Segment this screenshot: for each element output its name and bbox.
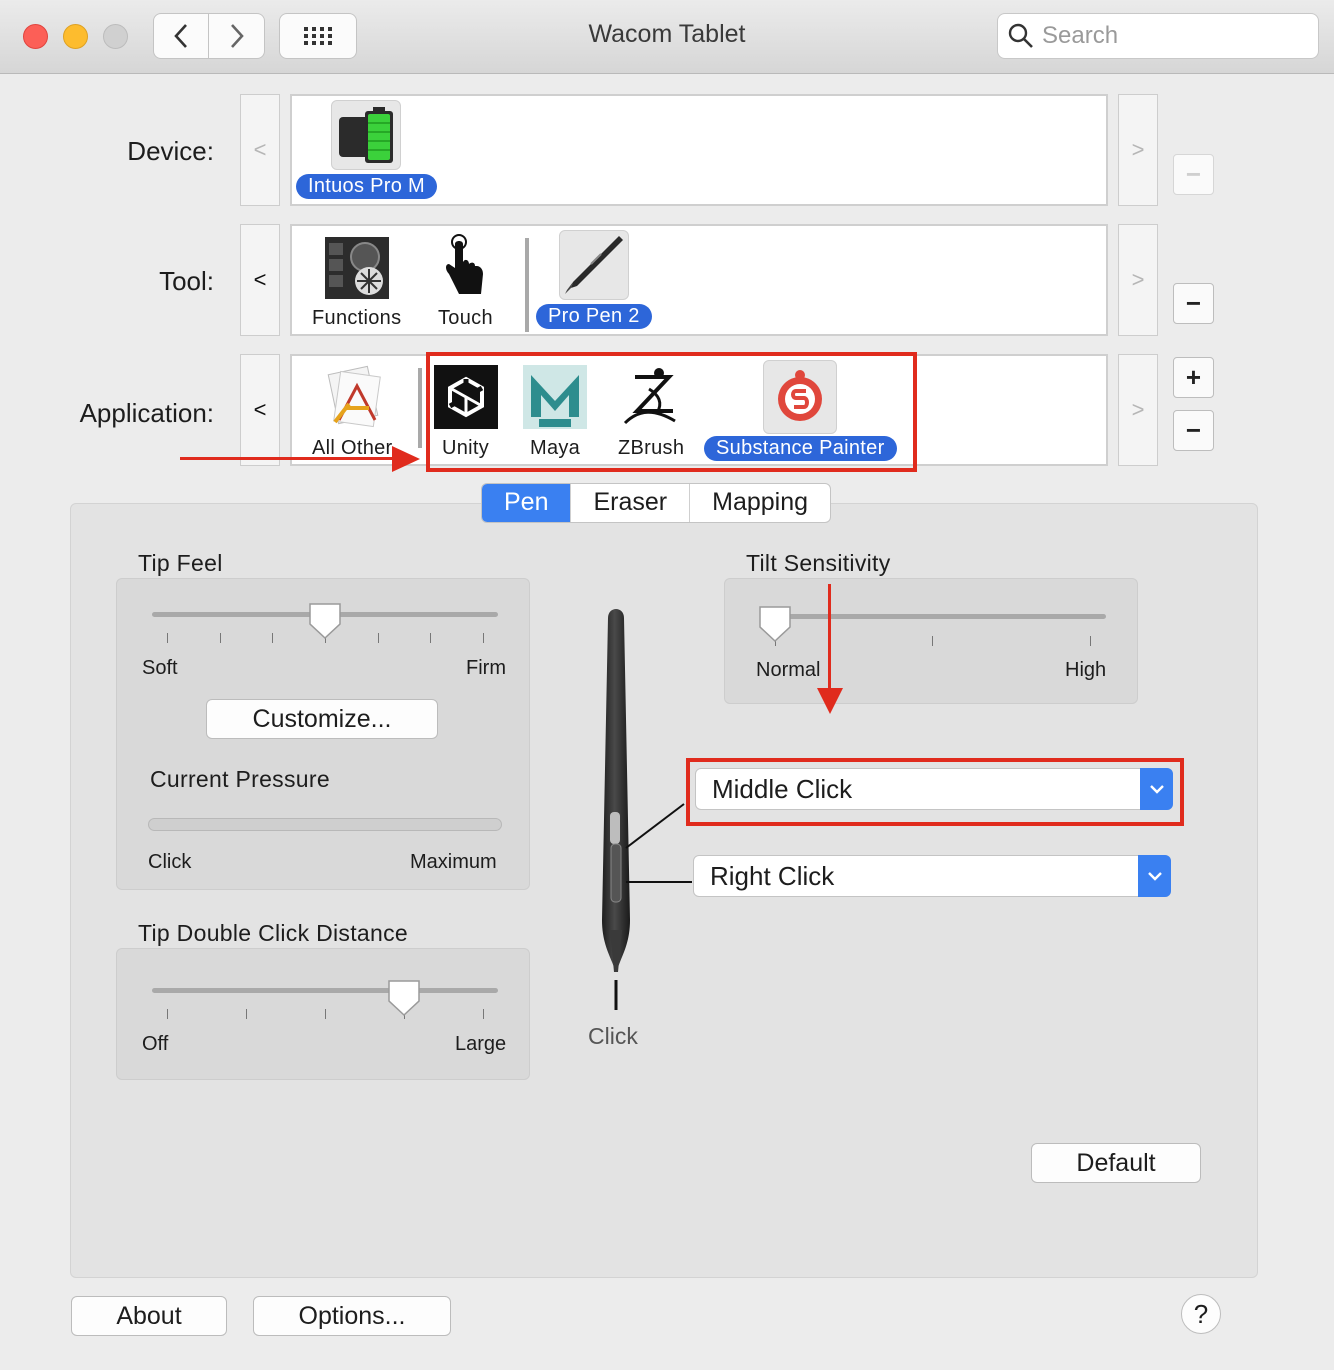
tip-feel-slider-thumb[interactable]	[308, 602, 342, 640]
double-click-min-label: Off	[142, 1033, 169, 1055]
annotation-arrow-line	[180, 457, 402, 460]
tilt-tick	[932, 636, 933, 646]
device-strip: Intuos Pro M	[290, 94, 1108, 206]
search-field[interactable]	[997, 13, 1319, 59]
tab-eraser[interactable]: Eraser	[571, 484, 691, 522]
remove-application-button[interactable]: −	[1173, 410, 1214, 451]
tip-feel-max-label: Firm	[466, 657, 506, 679]
current-pressure-min-label: Click	[148, 851, 192, 873]
double-click-title: Tip Double Click Distance	[138, 920, 408, 946]
touch-hand-icon	[430, 232, 500, 302]
tool-item-functions[interactable]: Functions	[300, 232, 413, 331]
tilt-slider-thumb[interactable]	[758, 605, 792, 643]
slider-tick	[219, 633, 221, 643]
tool-item-label: Functions	[312, 307, 402, 329]
tip-feel-min-label: Soft	[142, 657, 178, 679]
tool-scroll-left[interactable]: <	[240, 224, 280, 336]
functions-icon	[322, 232, 392, 302]
tip-feel-title: Tip Feel	[138, 550, 223, 576]
double-click-slider-track[interactable]	[152, 988, 498, 993]
tablet-battery-icon	[331, 100, 402, 170]
tool-label: Tool:	[159, 266, 214, 296]
chevron-down-icon	[1138, 855, 1171, 897]
tool-item-label: Touch	[438, 307, 493, 329]
application-label: Application:	[79, 398, 214, 428]
help-button[interactable]: ?	[1181, 1294, 1221, 1334]
device-scroll-left[interactable]: <	[240, 94, 280, 206]
tilt-max-label: High	[1065, 659, 1107, 681]
search-input[interactable]	[1042, 22, 1302, 50]
annotation-box-applications	[426, 352, 917, 472]
search-icon	[1008, 23, 1033, 48]
slider-tick	[430, 633, 432, 643]
upper-button-popup[interactable]: Middle Click	[695, 768, 1173, 810]
double-click-group	[116, 948, 530, 1080]
device-label: Device:	[127, 136, 214, 166]
tilt-tick	[1090, 636, 1091, 646]
current-pressure-bar	[148, 818, 502, 831]
tab-pen[interactable]: Pen	[482, 484, 572, 522]
device-item-intuos[interactable]: Intuos Pro M	[296, 100, 437, 199]
application-item-all-other[interactable]: All Other	[300, 362, 405, 461]
annotation-arrow-down-line	[828, 584, 831, 692]
add-application-button[interactable]: +	[1173, 357, 1214, 398]
annotation-arrow-down-icon	[817, 688, 843, 714]
tilt-slider-track[interactable]	[760, 614, 1106, 619]
pen-icon	[558, 230, 629, 300]
tool-scroll-right[interactable]: >	[1118, 224, 1158, 336]
tool-item-touch[interactable]: Touch	[426, 232, 505, 331]
current-pressure-max-label: Maximum	[410, 851, 497, 873]
title-bar: Wacom Tablet	[0, 0, 1334, 74]
pen-tip-label: Click	[588, 1023, 638, 1049]
all-other-apps-icon	[317, 362, 387, 432]
application-scroll-left[interactable]: <	[240, 354, 280, 466]
device-item-label: Intuos Pro M	[296, 174, 437, 199]
device-scroll-right[interactable]: >	[1118, 94, 1158, 206]
customize-button[interactable]: Customize...	[206, 699, 438, 739]
lower-button-value: Right Click	[710, 860, 835, 891]
slider-tick	[167, 1009, 168, 1019]
application-separator	[418, 368, 422, 448]
tool-item-label: Pro Pen 2	[536, 304, 652, 329]
application-scroll-right[interactable]: >	[1118, 354, 1158, 466]
double-click-max-label: Large	[455, 1033, 507, 1055]
default-button[interactable]: Default	[1031, 1143, 1201, 1183]
slider-tick	[483, 1009, 484, 1019]
tab-mapping[interactable]: Mapping	[690, 484, 830, 522]
chevron-down-icon	[1140, 768, 1173, 810]
slider-tick	[377, 633, 379, 643]
upper-button-value: Middle Click	[712, 773, 853, 804]
remove-tool-button[interactable]: −	[1173, 283, 1214, 324]
about-button[interactable]: About	[71, 1296, 227, 1336]
lower-button-popup[interactable]: Right Click	[693, 855, 1171, 897]
slider-tick	[325, 1009, 326, 1019]
tool-strip: Functions Touch Pro Pen 2	[290, 224, 1108, 336]
double-click-slider-thumb[interactable]	[387, 979, 421, 1017]
slider-tick	[167, 633, 168, 643]
tool-item-pro-pen-2[interactable]: Pro Pen 2	[536, 230, 652, 329]
options-button[interactable]: Options...	[253, 1296, 451, 1336]
tilt-sensitivity-title: Tilt Sensitivity	[746, 550, 891, 576]
remove-device-button[interactable]: −	[1173, 154, 1214, 195]
slider-tick	[483, 633, 484, 643]
annotation-arrow-head-icon	[392, 446, 420, 472]
slider-tick	[246, 1009, 247, 1019]
tool-separator	[525, 238, 529, 332]
current-pressure-title: Current Pressure	[150, 766, 330, 792]
pen-illustration-icon	[602, 609, 692, 1010]
slider-tick	[272, 633, 274, 643]
tab-bar: Pen Eraser Mapping	[481, 483, 832, 523]
tilt-min-label: Normal	[756, 659, 821, 681]
